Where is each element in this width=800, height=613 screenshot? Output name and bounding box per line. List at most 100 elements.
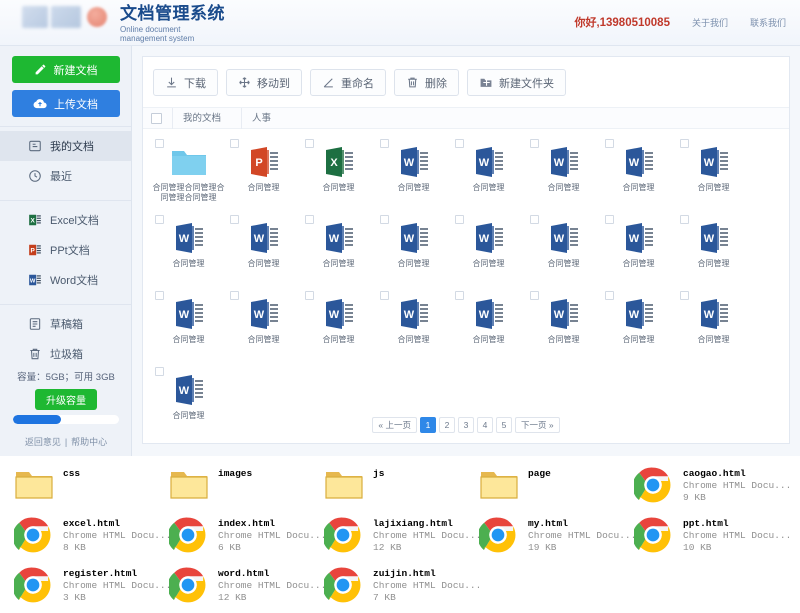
file-checkbox[interactable] — [605, 139, 614, 148]
file-item[interactable]: X合同管理 — [301, 137, 376, 213]
explorer-item[interactable]: ppt.htmlChrome HTML Docu...10 KB — [634, 516, 789, 566]
file-checkbox[interactable] — [680, 291, 689, 300]
new-folder-button[interactable]: 新建文件夹 — [467, 69, 566, 96]
sidebar-item-drafts[interactable]: 草稿箱 — [0, 309, 131, 339]
sidebar-item-recent[interactable]: 最近 — [0, 161, 131, 191]
file-item[interactable]: 合同管理合同管理合同管理合同管理 — [151, 137, 226, 213]
new-document-button[interactable]: 新建文档 — [12, 56, 120, 83]
file-checkbox[interactable] — [530, 215, 539, 224]
explorer-item[interactable]: caogao.htmlChrome HTML Docu...9 KB — [634, 466, 789, 516]
file-checkbox[interactable] — [455, 215, 464, 224]
pagination-page-1[interactable]: 1 — [420, 417, 436, 433]
explorer-item[interactable]: zuijin.htmlChrome HTML Docu...7 KB — [324, 566, 479, 613]
file-checkbox[interactable] — [605, 215, 614, 224]
help-center-link[interactable]: 帮助中心 — [71, 437, 107, 447]
explorer-item-meta: page — [528, 466, 551, 480]
file-item[interactable]: P合同管理 — [226, 137, 301, 213]
file-checkbox[interactable] — [230, 291, 239, 300]
cloud-upload-icon — [33, 97, 47, 110]
file-item[interactable]: W合同管理 — [676, 289, 751, 365]
upgrade-capacity-button[interactable]: 升级容量 — [35, 389, 97, 410]
file-checkbox[interactable] — [530, 139, 539, 148]
explorer-item[interactable]: lajixiang.htmlChrome HTML Docu...12 KB — [324, 516, 479, 566]
file-item[interactable]: W合同管理 — [676, 137, 751, 213]
clock-icon — [28, 169, 42, 183]
download-button[interactable]: 下载 — [153, 69, 218, 96]
file-item[interactable]: W合同管理 — [451, 213, 526, 289]
sidebar-item-my-documents[interactable]: 我的文档 — [0, 131, 131, 161]
file-item[interactable]: W合同管理 — [376, 213, 451, 289]
file-item[interactable]: W合同管理 — [526, 213, 601, 289]
file-item[interactable]: W合同管理 — [676, 213, 751, 289]
feedback-link[interactable]: 返回意见 — [25, 437, 61, 447]
explorer-item[interactable]: images — [169, 466, 324, 516]
file-item[interactable]: W合同管理 — [526, 289, 601, 365]
pagination-prev[interactable]: « 上一页 — [372, 417, 417, 433]
file-checkbox[interactable] — [230, 139, 239, 148]
file-checkbox[interactable] — [455, 291, 464, 300]
rename-button[interactable]: 重命名 — [310, 69, 386, 96]
file-checkbox[interactable] — [455, 139, 464, 148]
sidebar-item-excel[interactable]: X Excel文档 — [0, 205, 131, 235]
pagination-page-3[interactable]: 3 — [458, 417, 474, 433]
file-checkbox[interactable] — [230, 215, 239, 224]
pagination-page-4[interactable]: 4 — [477, 417, 493, 433]
pagination-page-5[interactable]: 5 — [496, 417, 512, 433]
explorer-item[interactable]: page — [479, 466, 634, 516]
word-file-icon: W — [249, 221, 279, 255]
file-checkbox[interactable] — [380, 215, 389, 224]
file-item[interactable]: W合同管理 — [601, 289, 676, 365]
file-item[interactable]: W合同管理 — [226, 289, 301, 365]
file-checkbox[interactable] — [680, 215, 689, 224]
explorer-item[interactable]: excel.htmlChrome HTML Docu...8 KB — [14, 516, 169, 566]
file-checkbox[interactable] — [155, 367, 164, 376]
sidebar-item-word[interactable]: W Word文档 — [0, 265, 131, 295]
file-checkbox[interactable] — [680, 139, 689, 148]
explorer-item[interactable]: index.htmlChrome HTML Docu...6 KB — [169, 516, 324, 566]
file-item[interactable]: W合同管理 — [376, 137, 451, 213]
explorer-item[interactable]: word.htmlChrome HTML Docu...12 KB — [169, 566, 324, 613]
breadcrumb-item-hr[interactable]: 人事 — [241, 108, 281, 129]
about-us-link[interactable]: 关于我们 — [692, 16, 728, 29]
file-item[interactable]: W合同管理 — [301, 213, 376, 289]
file-item[interactable]: W合同管理 — [226, 213, 301, 289]
file-item[interactable]: W合同管理 — [151, 289, 226, 365]
pagination-page-2[interactable]: 2 — [439, 417, 455, 433]
move-to-button[interactable]: 移动到 — [226, 69, 302, 96]
explorer-item[interactable]: css — [14, 466, 169, 516]
file-checkbox[interactable] — [155, 139, 164, 148]
svg-text:X: X — [31, 217, 36, 224]
file-item[interactable]: W合同管理 — [451, 137, 526, 213]
file-item[interactable]: W合同管理 — [301, 289, 376, 365]
file-item[interactable]: W合同管理 — [376, 289, 451, 365]
file-item[interactable]: W合同管理 — [151, 213, 226, 289]
file-checkbox[interactable] — [380, 139, 389, 148]
upload-document-button[interactable]: 上传文档 — [12, 90, 120, 117]
svg-text:W: W — [178, 385, 189, 397]
breadcrumb-item-my-documents[interactable]: 我的文档 — [172, 108, 231, 129]
explorer-item[interactable]: js — [324, 466, 479, 516]
contact-us-link[interactable]: 联系我们 — [750, 16, 786, 29]
file-item[interactable]: W合同管理 — [601, 137, 676, 213]
file-checkbox[interactable] — [155, 215, 164, 224]
file-checkbox[interactable] — [380, 291, 389, 300]
file-name: 合同管理 — [378, 259, 450, 269]
file-item[interactable]: W合同管理 — [601, 213, 676, 289]
file-checkbox[interactable] — [530, 291, 539, 300]
file-checkbox[interactable] — [305, 215, 314, 224]
pagination-next[interactable]: 下一页 » — [515, 417, 560, 433]
explorer-item[interactable]: register.htmlChrome HTML Docu...3 KB — [14, 566, 169, 613]
sidebar-item-ppt[interactable]: P PPt文档 — [0, 235, 131, 265]
file-checkbox[interactable] — [155, 291, 164, 300]
file-item[interactable]: W合同管理 — [526, 137, 601, 213]
file-checkbox[interactable] — [305, 291, 314, 300]
file-checkbox[interactable] — [305, 139, 314, 148]
select-all-checkbox[interactable] — [151, 113, 162, 124]
file-item[interactable]: W合同管理 — [451, 289, 526, 365]
sidebar-item-trash[interactable]: 垃圾箱 — [0, 339, 131, 369]
delete-button[interactable]: 删除 — [394, 69, 459, 96]
explorer-item[interactable]: my.htmlChrome HTML Docu...19 KB — [479, 516, 634, 566]
greeting-username: 13980510085 — [600, 17, 670, 29]
brand-subtitle: Online document management system — [120, 25, 212, 43]
file-checkbox[interactable] — [605, 291, 614, 300]
